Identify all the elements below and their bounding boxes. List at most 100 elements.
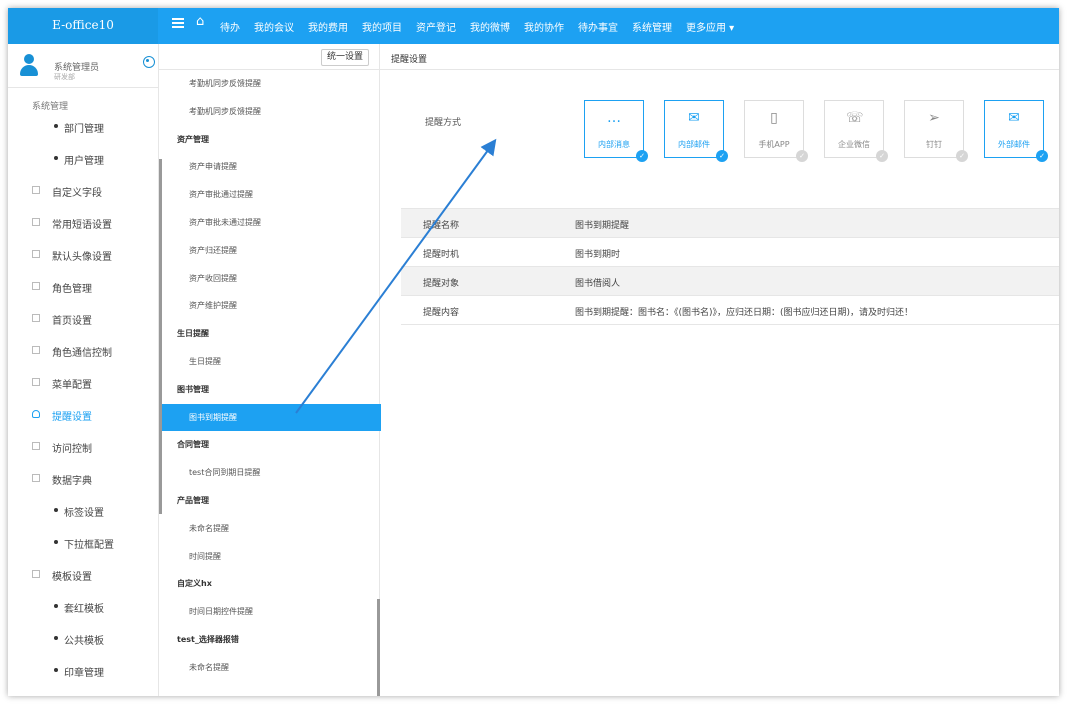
reminder-label: 资产申请提醒 [189,162,237,172]
reminder-label: 资产管理 [177,134,209,144]
reminder-list-item[interactable]: 资产审批通过提醒 [159,181,381,208]
reminder-list-item[interactable]: 资产收回提醒 [159,265,381,292]
top-nav-item[interactable]: 我的协作 [524,19,564,34]
external-mail-icon: ✉ [1008,110,1020,126]
reminder-label: 未命名提醒 [189,523,229,533]
sidebar-item[interactable]: 下拉框配置 [8,526,158,558]
reminder-list-item[interactable]: 资产归还提醒 [159,237,381,264]
sidebar-item[interactable]: 菜单配置 [8,366,158,398]
sidebar-item[interactable]: 自定义字段 [8,174,158,206]
menu-toggle-icon[interactable] [172,18,184,28]
sidebar-item[interactable]: 套红模板 [8,590,158,622]
reminder-list-item[interactable]: 考勤机同步反馈提醒 [159,70,381,97]
sidebar-item[interactable]: 用户管理 [8,142,158,174]
method-option[interactable]: ✉ 内部邮件 ✓ [664,100,728,162]
sidebar-item[interactable]: 常用短语设置 [8,206,158,238]
method-option[interactable]: ▯ 手机APP ✓ [744,100,808,162]
sidebar-item[interactable]: 公共用户组 [8,686,158,696]
reminder-list-item[interactable]: 时间日期控件提醒 [159,598,381,625]
top-nav-item[interactable]: 我的费用 [308,19,348,34]
main-panel: 提醒设置 提醒方式 … 内部消息 ✓ ✉ 内部邮件 ✓ ▯ 手机APP ✓ ☏ 企业微信 ✓ ➢ 钉钉 ✓ ✉… [381,44,1059,696]
avatar[interactable] [20,54,38,76]
wechat-icon: ☏ [846,110,864,126]
sidebar-item[interactable]: 公共模板 [8,622,158,654]
method-label: 提醒方式 [425,118,462,128]
method-option[interactable]: ➢ 钉钉 ✓ [904,100,968,162]
menu-item-icon [32,250,40,258]
check-icon[interactable]: ✓ [716,150,728,162]
sidebar-item[interactable]: 模板设置 [8,558,158,590]
bullet-icon [54,540,58,544]
sidebar-item[interactable]: 角色管理 [8,270,158,302]
sidebar-item[interactable]: 提醒设置 [8,398,158,430]
top-nav-item[interactable]: 待办事宜 [578,19,618,34]
method-option[interactable]: … 内部消息 ✓ [584,100,648,162]
left-scrollbar[interactable] [159,159,162,514]
method-label-text: 内部邮件 [678,140,710,149]
sidebar-item-label: 菜单配置 [52,380,92,391]
reminder-group-header: 生日提醒 [159,320,381,347]
info-row: 提醒内容 图书到期提醒：图书名：《(图书名)》，应归还日期：(图书应归还日期)，请… [401,296,1059,325]
reminder-list-item[interactable]: 资产申请提醒 [159,153,381,180]
check-icon[interactable]: ✓ [1036,150,1048,162]
reminder-list-item[interactable]: 未命名提醒 [159,654,381,681]
sidebar-item[interactable]: 默认头像设置 [8,238,158,270]
sidebar-item[interactable]: 标签设置 [8,494,158,526]
reminder-list-item[interactable]: test合同到期日提醒 [159,459,381,486]
reminder-group-header: 自定义hx [159,570,381,597]
reminder-label: 时间提醒 [189,551,221,561]
reminder-list-item[interactable]: 生日提醒 [159,348,381,375]
top-nav-item[interactable]: 我的微博 [470,19,510,34]
reminder-list-item[interactable]: 时间提醒 [159,543,381,570]
info-key: 提醒内容 [423,308,460,318]
reminder-label: 资产审批未通过提醒 [189,218,261,227]
info-row: 提醒名称 图书到期提醒 [401,209,1059,238]
app-window: E-office10 ⌂ 待办 我的会议 我的费用 我的项目 资产登记 我的微博 我的协作待… [8,8,1059,696]
check-icon[interactable]: ✓ [796,150,808,162]
sidebar-item[interactable]: 首页设置 [8,302,158,334]
info-value: 图书到期提醒 [575,221,630,231]
check-icon[interactable]: ✓ [636,150,648,162]
check-icon[interactable]: ✓ [956,150,968,162]
reminder-list-item[interactable]: 图书到期提醒 [159,403,381,431]
sidebar-item-label: 常用短语设置 [52,220,112,231]
sidebar-item-label: 下拉框配置 [64,540,114,551]
bell-icon [32,410,40,418]
sidebar-item-label: 印章管理 [64,668,104,679]
sidebar-item[interactable]: 部门管理 [8,110,158,142]
method-label-text: 手机APP [758,140,790,149]
reminder-list-item[interactable]: 考勤机同步反馈提醒 [159,98,381,125]
top-nav-item[interactable]: 更多应用 ▾ [686,19,734,34]
sidebar-item-label: 角色管理 [52,284,92,295]
menu-item-icon [32,474,40,482]
sidebar-item[interactable]: 角色通信控制 [8,334,158,366]
top-nav-item[interactable]: 待办 [220,19,240,34]
sidebar-item[interactable]: 数据字典 [8,462,158,494]
app-logo[interactable]: E-office10 [8,8,158,44]
reminder-label: 资产归还提醒 [189,245,237,255]
home-icon[interactable]: ⌂ [196,15,210,29]
reminder-group-header: test_选择器报错 [159,626,381,653]
top-nav-item[interactable]: 我的项目 [362,19,402,34]
top-bar: E-office10 ⌂ 待办 我的会议 我的费用 我的项目 资产登记 我的微博 我的协作待… [8,8,1059,44]
method-option[interactable]: ☏ 企业微信 ✓ [824,100,888,162]
check-icon[interactable]: ✓ [876,150,888,162]
top-nav-item[interactable]: 我的会议 [254,19,294,34]
reminder-list-item[interactable]: 未命名提醒 [159,515,381,542]
page-title: 提醒设置 [391,55,428,65]
sidebar-item[interactable]: 印章管理 [8,654,158,686]
menu-item-icon [32,346,40,354]
reminder-group-header: 合同管理 [159,431,381,458]
reminder-list-item[interactable]: 资产维护提醒 [159,292,381,319]
top-nav-item[interactable]: 资产登记 [416,19,456,34]
sidebar-item[interactable]: 访问控制 [8,430,158,462]
sidebar-item-label: 用户管理 [64,156,104,167]
reminder-list-scrollbar[interactable] [377,599,380,696]
reminder-list-item[interactable]: 资产审批未通过提醒 [159,209,381,236]
top-nav-item[interactable]: 系统管理 [632,19,672,34]
reminder-group-header: 产品管理 [159,487,381,514]
unified-settings-button[interactable]: 统一设置 [321,49,369,66]
menu-item-icon [32,218,40,226]
method-option[interactable]: ✉ 外部邮件 ✓ [984,100,1048,162]
palette-icon[interactable] [143,56,155,68]
